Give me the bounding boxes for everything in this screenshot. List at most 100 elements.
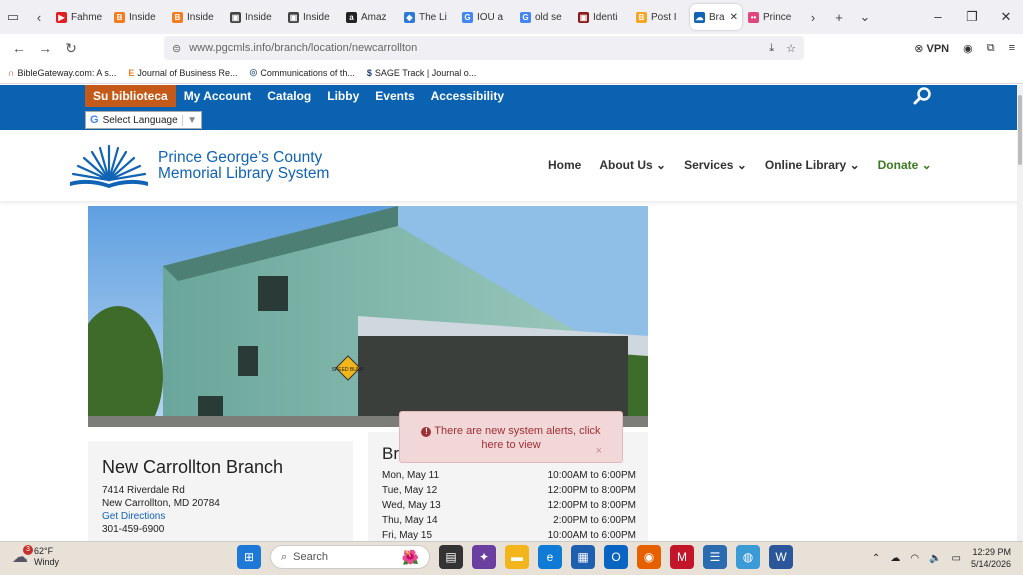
tray-overflow-icon[interactable]: ⌃ (872, 553, 880, 564)
restore-icon[interactable]: ❐ (955, 9, 989, 25)
hours-time: 10:00AM to 6:00PM (547, 470, 636, 481)
volume-icon[interactable]: 🔈 (929, 553, 941, 564)
tab-favicon-icon: B (636, 11, 647, 23)
system-clock[interactable]: 12:29 PM 5/14/2026 (971, 546, 1011, 570)
taskbar-search[interactable]: ⌕ Search 🌺 (270, 545, 430, 569)
google-translate-icon: G (90, 114, 99, 126)
url-text: www.pgcmls.info/branch/location/newcarro… (189, 42, 418, 54)
main-nav-item[interactable]: Home (548, 158, 581, 172)
language-selector[interactable]: G Select Language ▼ (85, 111, 202, 129)
tab-list-icon[interactable]: ⌄ (852, 0, 878, 34)
tab-favicon-icon: ▣ (578, 11, 589, 23)
battery-icon[interactable]: ▭ (952, 553, 961, 564)
tab-scroll-left-icon[interactable]: ‹ (26, 0, 52, 34)
browser-tab[interactable]: a Amaz (342, 4, 398, 30)
tab-close-icon[interactable]: ✕ (730, 12, 738, 23)
utility-nav-link[interactable]: My Account (176, 85, 260, 107)
browser-tab[interactable]: ◆ The Li (400, 4, 456, 30)
browser-tab[interactable]: ▣ Identi (574, 4, 630, 30)
browser-tab[interactable]: G IOU a (458, 4, 514, 30)
notepad-icon[interactable]: ☰ (703, 545, 727, 569)
main-nav: Home About Us ⌄ Services ⌄ Online Library … (548, 158, 932, 172)
close-window-icon[interactable]: ✕ (989, 9, 1023, 25)
utility-nav-link[interactable]: Catalog (259, 85, 319, 107)
browser-tab[interactable]: •• Prince (744, 4, 800, 30)
outlook-icon[interactable]: O (604, 545, 628, 569)
mcafee-icon[interactable]: M (670, 545, 694, 569)
bookmark-label: Journal of Business Re... (137, 67, 238, 78)
copilot-icon[interactable]: ✦ (472, 545, 496, 569)
hours-row: Tue, May 12 12:00PM to 8:00PM (382, 483, 636, 498)
back-icon[interactable]: ← (6, 40, 32, 56)
onedrive-icon[interactable]: ☁ (890, 553, 900, 564)
utility-nav-link[interactable]: Libby (319, 85, 367, 107)
store-icon[interactable]: ▦ (571, 545, 595, 569)
browser-tab[interactable]: B Inside (110, 4, 166, 30)
branch-info-card: New Carrollton Branch 7414 Riverdale Rd … (88, 441, 353, 541)
main-nav-item[interactable]: About Us ⌄ (599, 158, 666, 172)
hours-row: Thu, May 14 2:00PM to 6:00PM (382, 513, 636, 528)
utility-nav-link[interactable]: Accessibility (423, 85, 512, 107)
install-icon[interactable]: ⤓ (769, 42, 774, 55)
word-icon[interactable]: W (769, 545, 793, 569)
site-logo[interactable]: Prince George’s County Memorial Library … (68, 142, 329, 190)
tab-strip: ▶ Fahme B Inside B Inside ▣ Inside ▣ Inside a Amaz ◆… (52, 4, 800, 30)
hours-day: Mon, May 11 (382, 470, 440, 481)
system-alert[interactable]: ! There are new system alerts, click her… (399, 411, 623, 463)
browser-tab[interactable]: ▶ Fahme (52, 4, 108, 30)
alert-close-icon[interactable]: × (596, 444, 602, 458)
tab-title: Bra (709, 11, 725, 23)
windows-start-icon[interactable]: ⊞ (237, 545, 261, 569)
task-view-icon[interactable]: ▤ (439, 545, 463, 569)
hours-time: 2:00PM to 6:00PM (553, 515, 636, 526)
weather-widget[interactable]: ☁ 3 62°F Windy (12, 545, 59, 568)
browser-tab[interactable]: B Inside (168, 4, 224, 30)
bookmark-item[interactable]: E Journal of Business Re... (128, 68, 237, 78)
site-info-icon[interactable]: ⊜ (172, 42, 181, 55)
bookmark-star-icon[interactable]: ☆ (786, 42, 796, 55)
file-explorer-icon[interactable]: ▬ (505, 545, 529, 569)
menu-icon[interactable]: ≡ (1009, 42, 1015, 54)
tab-title: Inside (187, 11, 214, 23)
logo-text: Prince George’s County Memorial Library … (158, 149, 330, 182)
vpn-button[interactable]: ⊗ VPN (914, 42, 949, 55)
firefox-icon[interactable]: ◉ (637, 545, 661, 569)
bookmark-item[interactable]: $ SAGE Track | Journal o... (367, 68, 476, 78)
minimize-icon[interactable]: – (921, 9, 955, 25)
browser-nav-bar: ← → ↻ ⊜ www.pgcmls.info/branch/location/… (0, 34, 1023, 62)
page-scrollbar[interactable] (1017, 85, 1023, 541)
main-nav-item[interactable]: Services ⌄ (684, 158, 747, 172)
main-nav-item[interactable]: Donate ⌄ (878, 158, 932, 172)
tab-overview-icon[interactable]: ▭ (0, 0, 26, 34)
account-icon[interactable]: ◉ (963, 42, 973, 55)
branch-photo: SPEED BUMP (88, 206, 648, 427)
browser-tab[interactable]: ☁ Bra ✕ (690, 4, 742, 30)
get-directions-link[interactable]: Get Directions (102, 510, 339, 523)
bookmark-item[interactable]: ∩ BibleGateway.com: A s... (8, 68, 116, 78)
browser-tab[interactable]: ▣ Inside (226, 4, 282, 30)
tab-favicon-icon: ◆ (404, 11, 415, 23)
utility-nav-link[interactable]: Events (367, 85, 422, 107)
tab-scroll-right-icon[interactable]: › (800, 0, 826, 34)
scrollbar-thumb[interactable] (1018, 95, 1022, 165)
edge-icon[interactable]: e (538, 545, 562, 569)
bookmark-item[interactable]: ◎ Communications of th... (249, 67, 354, 78)
extensions-icon[interactable]: ⧉ (987, 42, 995, 55)
branch-title: New Carrollton Branch (102, 457, 284, 477)
new-tab-icon[interactable]: + (826, 0, 852, 34)
browser-tab[interactable]: B Post I (632, 4, 688, 30)
globe-app-icon[interactable]: ◍ (736, 545, 760, 569)
tab-favicon-icon: B (172, 11, 183, 23)
tab-title: Identi (593, 11, 618, 23)
main-nav-item[interactable]: Online Library ⌄ (765, 158, 860, 172)
forward-icon[interactable]: → (32, 40, 58, 56)
address-bar[interactable]: ⊜ www.pgcmls.info/branch/location/newcar… (164, 36, 804, 60)
toolbar-right: ⊗ VPN ◉ ⧉ ≡ (914, 42, 1015, 55)
utility-nav-link[interactable]: Su biblioteca (85, 85, 176, 107)
browser-tab[interactable]: Gold se (516, 4, 572, 30)
browser-tab[interactable]: ▣ Inside (284, 4, 340, 30)
reload-icon[interactable]: ↻ (58, 40, 84, 57)
wifi-icon[interactable]: ◠ (910, 553, 919, 564)
site-search-icon[interactable] (913, 86, 933, 111)
bookmark-favicon-icon: $ (366, 67, 372, 78)
